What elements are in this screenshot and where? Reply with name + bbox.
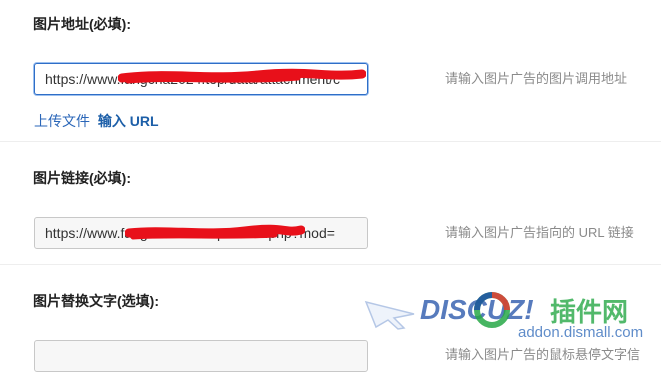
cursor-arrow-icon xyxy=(364,300,415,330)
section-divider xyxy=(0,141,661,142)
image-address-hint: 请输入图片广告的图片调用地址 xyxy=(445,71,628,86)
image-source-links: 上传文件 输入 URL xyxy=(34,111,159,131)
section-divider xyxy=(0,264,661,265)
redaction-scribble xyxy=(125,224,305,240)
upload-file-link[interactable]: 上传文件 xyxy=(34,113,90,129)
alt-text-input[interactable] xyxy=(34,340,368,372)
image-link-hint: 请输入图片广告指向的 URL 链接 xyxy=(445,225,634,240)
discuz-logo-icon xyxy=(474,292,510,328)
image-link-label: 图片链接(必填): xyxy=(33,170,131,186)
redaction-scribble xyxy=(118,68,366,84)
image-address-label: 图片地址(必填): xyxy=(33,16,131,32)
discuz-watermark: DISCUZ! 插件网 addon.dismall.com xyxy=(360,282,661,358)
input-url-link[interactable]: 输入 URL xyxy=(98,113,159,129)
alt-text-label: 图片替换文字(选填): xyxy=(33,293,159,309)
watermark-domain: addon.dismall.com xyxy=(518,324,644,341)
